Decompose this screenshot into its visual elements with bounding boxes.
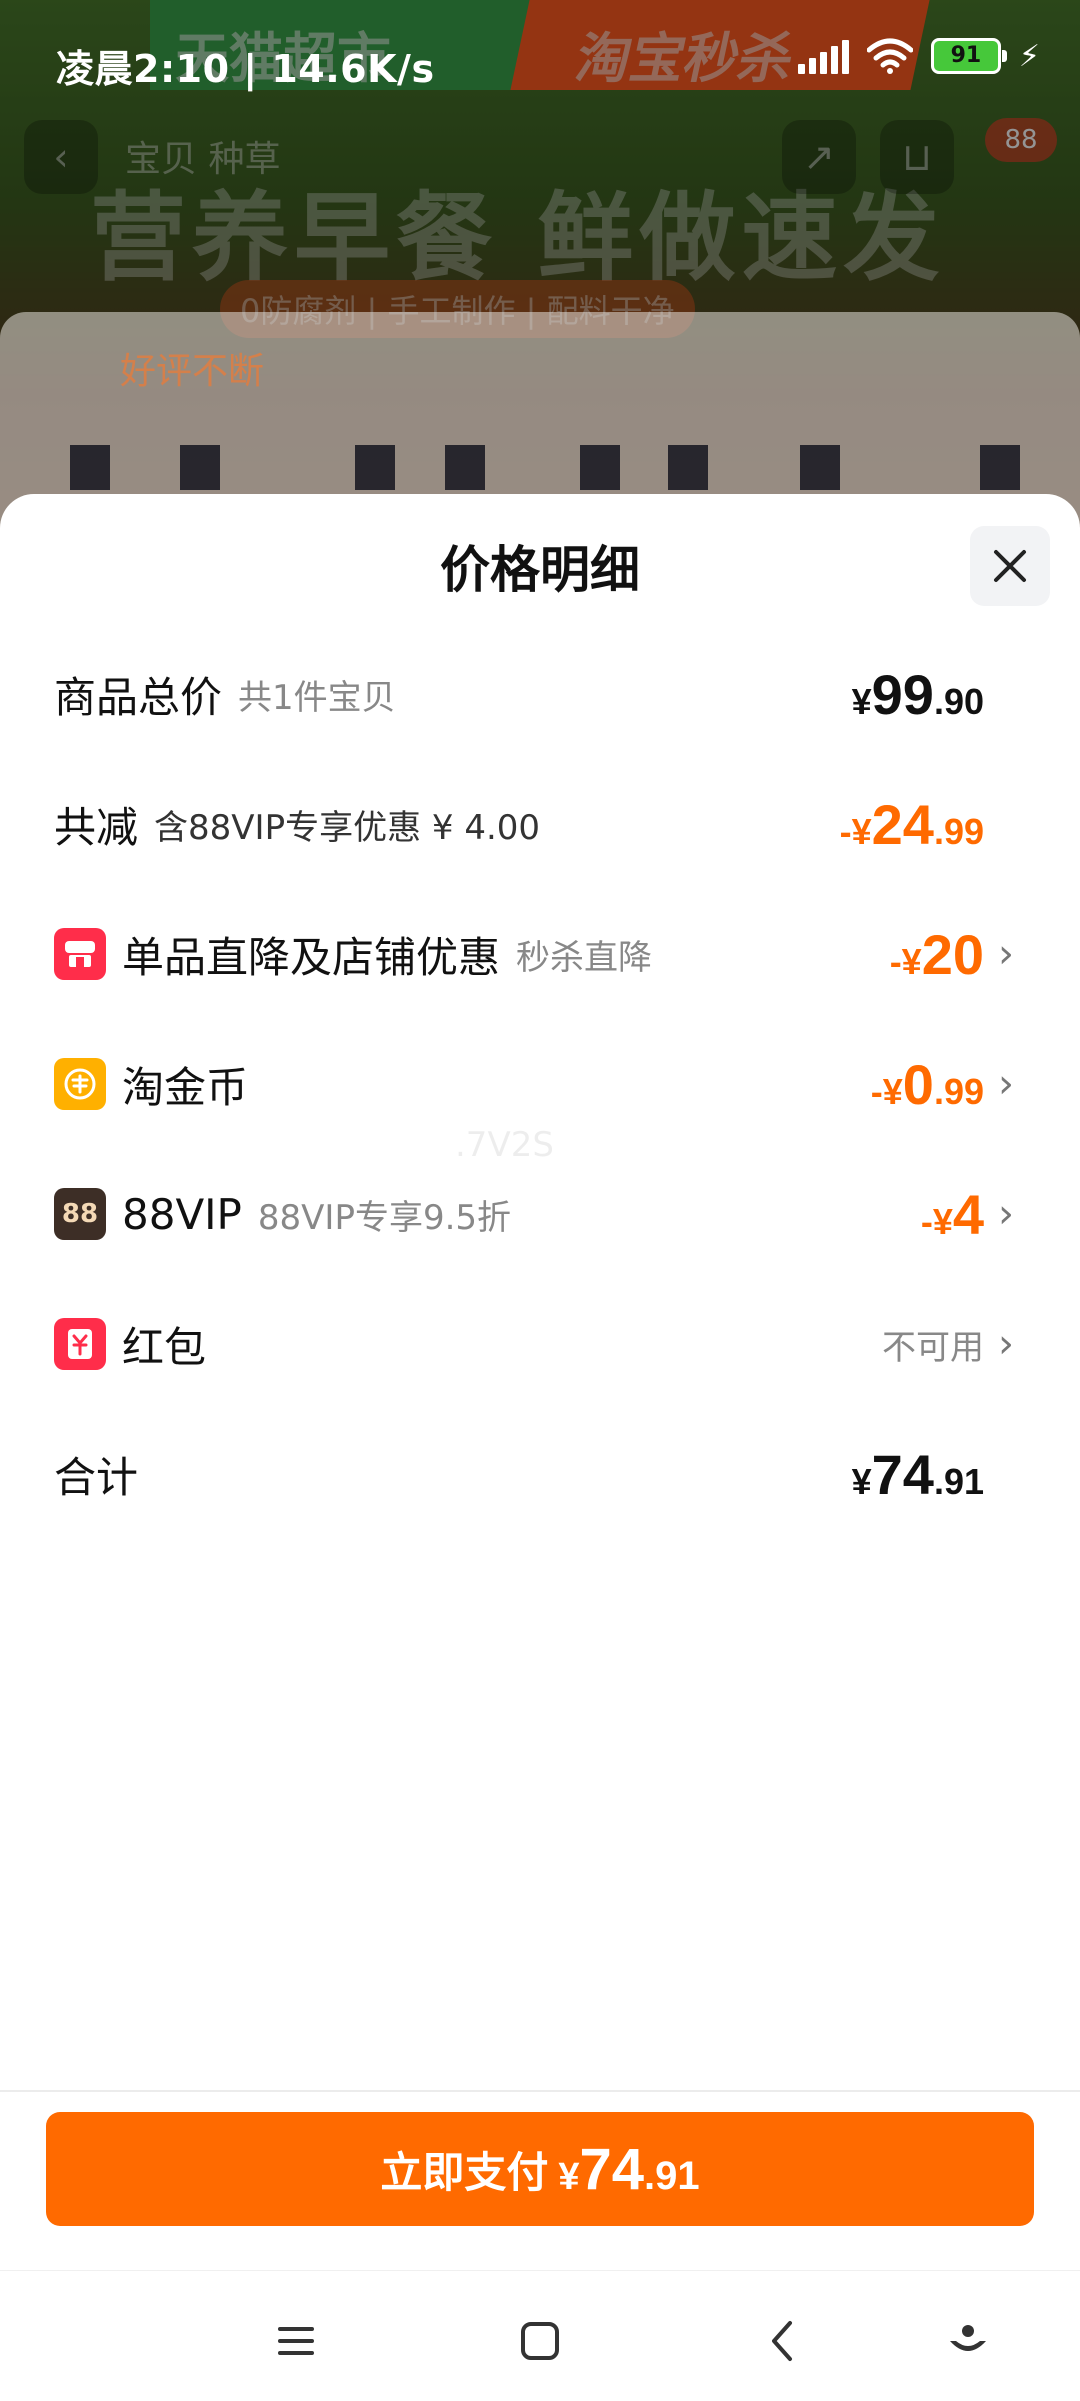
row-left: 单品直降及店铺优惠 秒杀直降	[54, 904, 652, 1004]
chevron-right-icon: ›	[998, 1061, 1014, 1107]
row-left: 淘金币	[54, 1034, 248, 1134]
row-sub: 共1件宝贝	[238, 677, 396, 718]
row-88vip[interactable]: 88 88VIP 88VIP专享9.5折 -¥4 ›	[0, 1164, 1080, 1264]
status-time: 凌晨2:10 | 14.6K/s	[56, 47, 435, 91]
total-discount-price: -¥24.99	[839, 792, 984, 856]
home-icon[interactable]	[510, 2311, 570, 2371]
background-pixel	[980, 445, 1020, 490]
watermark: .7V2S	[455, 1125, 554, 1165]
row-label: 商品总价	[54, 672, 223, 722]
close-icon	[994, 550, 1026, 582]
row-label: 红包	[122, 1322, 207, 1372]
row-right: 不可用 ›	[882, 1294, 1014, 1394]
menu-icon[interactable]	[266, 2311, 326, 2371]
background-pixel	[668, 445, 708, 490]
chevron-right-icon: ›	[998, 1191, 1014, 1237]
back-nav-icon[interactable]	[754, 2311, 814, 2371]
row-total-goods: 商品总价 共1件宝贝 ¥99.90	[0, 644, 1080, 744]
divider	[0, 2090, 1080, 2092]
row-right: -¥24.99	[840, 774, 984, 874]
signal-icon	[797, 38, 849, 74]
goods-total-price: ¥99.90	[851, 662, 984, 726]
chevron-right-icon: ›	[998, 931, 1014, 977]
row-grand-total: 合计 ¥74.91	[0, 1424, 1080, 1524]
coins-discount-price: -¥0.99	[870, 1052, 984, 1116]
battery-icon: 91	[930, 38, 1007, 74]
coin-icon	[54, 1058, 106, 1110]
row-store-discount[interactable]: 单品直降及店铺优惠 秒杀直降 -¥20 ›	[0, 904, 1080, 1004]
row-total-discount: 共减 含88VIP专享优惠 ¥ 4.00 -¥24.99	[0, 774, 1080, 874]
row-right: -¥0.99 ›	[871, 1034, 1014, 1134]
background-pixel	[70, 445, 110, 490]
row-red-packet[interactable]: 红包 不可用 ›	[0, 1294, 1080, 1394]
background-pixel	[580, 445, 620, 490]
row-left: 88 88VIP 88VIP专享9.5折	[54, 1164, 511, 1264]
background-pixel	[355, 445, 395, 490]
row-label: 合计	[54, 1452, 139, 1502]
grand-total-price: ¥74.91	[851, 1442, 984, 1506]
row-label: 淘金币	[122, 1062, 249, 1112]
row-left: 红包	[54, 1294, 206, 1394]
store-icon	[54, 928, 106, 980]
pay-price: ¥74.91	[558, 2136, 700, 2202]
vip-discount-price: -¥4	[920, 1182, 984, 1246]
red-packet-status: 不可用	[882, 1327, 984, 1368]
assistant-icon[interactable]	[938, 2311, 998, 2371]
background-pixel	[800, 445, 840, 490]
row-right: ¥99.90	[852, 644, 984, 744]
close-button[interactable]	[970, 526, 1050, 606]
row-label: 88VIP	[122, 1189, 242, 1239]
row-sub: 88VIP专享9.5折	[257, 1197, 512, 1238]
row-left: 商品总价 共1件宝贝	[54, 644, 396, 744]
status-icons: 91 ⚡	[797, 38, 1040, 74]
wifi-icon	[866, 38, 913, 74]
row-sub: 秒杀直降	[516, 937, 653, 978]
chevron-right-icon: ›	[998, 1321, 1014, 1367]
row-right: -¥20 ›	[890, 904, 1014, 1004]
row-right: -¥4 ›	[921, 1164, 1014, 1264]
pay-now-button[interactable]: 立即支付 ¥74.91	[46, 2112, 1034, 2226]
store-discount-price: -¥20	[889, 922, 984, 986]
red-packet-icon	[54, 1318, 106, 1370]
row-left: 合计	[54, 1424, 138, 1524]
vip88-icon: 88	[54, 1188, 106, 1240]
row-label: 共减	[54, 802, 139, 852]
charging-icon: ⚡	[1018, 38, 1040, 74]
row-coins[interactable]: 淘金币 -¥0.99 ›	[0, 1034, 1080, 1134]
status-bar: 凌晨2:10 | 14.6K/s 91 ⚡	[0, 0, 1080, 120]
row-left: 共减 含88VIP专享优惠 ¥ 4.00	[54, 774, 540, 874]
row-right: ¥74.91	[852, 1424, 984, 1524]
sheet-title: 价格明细	[440, 541, 640, 599]
system-nav-bar	[0, 2270, 1080, 2401]
pay-label: 立即支付	[380, 2147, 549, 2197]
background-card-text: 好评不断	[120, 351, 265, 392]
row-label: 单品直降及店铺优惠	[122, 932, 501, 982]
row-sub: 含88VIP专享优惠 ¥ 4.00	[154, 807, 541, 848]
background-pixel	[445, 445, 485, 490]
background-pixel	[180, 445, 220, 490]
